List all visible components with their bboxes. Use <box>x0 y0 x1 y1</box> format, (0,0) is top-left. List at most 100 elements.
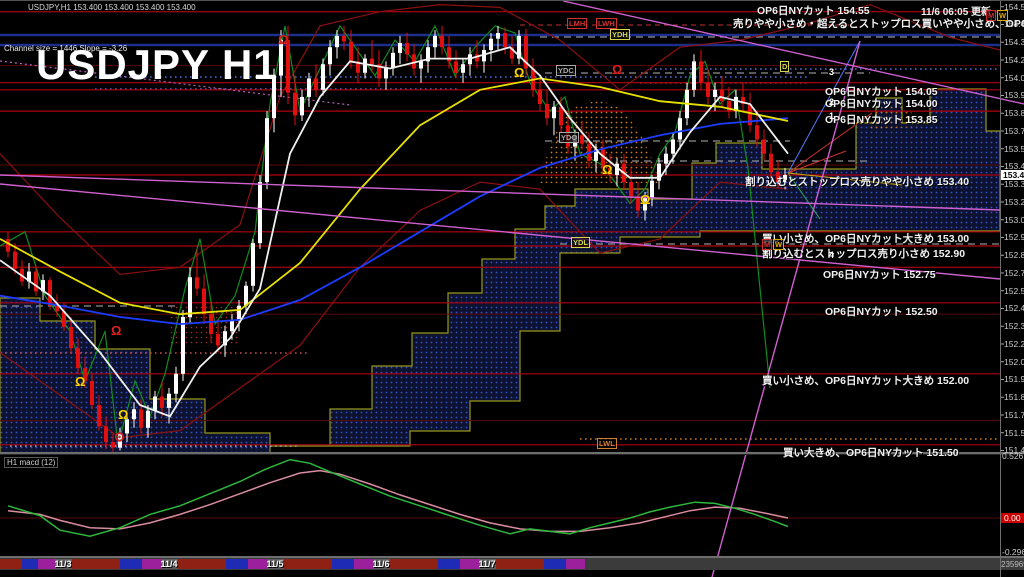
candle-body <box>720 90 724 101</box>
macd-signal-line <box>8 471 788 532</box>
session-color-segment <box>226 559 248 569</box>
candle-body <box>174 374 178 394</box>
candle-body <box>146 411 150 428</box>
scale-footer-value: 235969 <box>1001 560 1024 569</box>
candle-body <box>314 78 318 89</box>
macd-main-line <box>8 460 788 537</box>
level-tag-lwl: LWL <box>597 438 617 449</box>
session-color-segment <box>438 559 460 569</box>
price-scale-tick: 153.585 <box>1004 144 1024 154</box>
session-color-segment <box>72 559 120 569</box>
price-scale-tick: 154.460 <box>1004 19 1024 29</box>
candle-body <box>328 47 332 64</box>
wave-count-number: 2 <box>829 97 834 107</box>
price-scale-tick: 152.335 <box>1004 321 1024 331</box>
price-scale-separator[interactable] <box>1000 1 1001 577</box>
price-scale-tick: 153.335 <box>1004 179 1024 189</box>
price-scale-tick: 153.460 <box>1004 161 1024 171</box>
candle-body <box>349 42 353 62</box>
date-axis-label: 11/3 <box>54 559 71 569</box>
omega-signal-icon: Ω <box>640 192 650 207</box>
candle-body <box>216 334 220 345</box>
session-color-segment <box>284 559 332 569</box>
price-scale-tick: 151.710 <box>1004 410 1024 420</box>
candle-body <box>391 53 395 69</box>
candle-body <box>713 90 717 97</box>
candle-body <box>132 409 136 419</box>
price-scale-tick: 151.835 <box>1004 392 1024 402</box>
macd-pane[interactable] <box>0 460 1000 537</box>
candle-body <box>244 286 248 306</box>
candle-body <box>489 39 493 50</box>
candle-body <box>692 61 696 89</box>
candle-body <box>188 277 192 317</box>
op-annotation-text: OP6日NYカット 152.75 <box>823 267 936 282</box>
price-scale-tick: 154.210 <box>1004 55 1024 65</box>
macd-zero-marker: 0.00 <box>1001 513 1024 523</box>
ma-yellow-line <box>0 78 788 314</box>
level-tag-ydc: YDC <box>556 65 576 76</box>
omega-signal-icon: Ω <box>278 32 288 47</box>
session-color-segment <box>38 559 55 569</box>
candle-body <box>335 36 339 47</box>
price-scale-tick: 151.960 <box>1004 374 1024 384</box>
candle-body <box>76 348 80 368</box>
level-tag-w: W <box>773 239 784 250</box>
candle-body <box>237 306 241 320</box>
date-axis-label: 11/6 <box>372 559 389 569</box>
op-annotation-text: 割り込むとストップロス売り小さめ 152.90 <box>762 246 965 261</box>
level-tag-ydl: YDL <box>571 237 590 248</box>
date-axis-label: 11/4 <box>160 559 177 569</box>
candle-body <box>300 97 304 115</box>
wave-count-number: 3 <box>829 67 834 77</box>
macd-scale-bottom: -0.296 <box>1002 547 1024 557</box>
wave-count-number: 1 <box>829 111 834 121</box>
level-tag-ydo: YDO <box>559 132 579 143</box>
candle-body <box>405 43 409 54</box>
omega-signal-icon: Ω <box>514 65 524 80</box>
price-scale-tick: 152.210 <box>1004 339 1024 349</box>
candle-body <box>265 118 269 182</box>
op-annotation-text: OP6日NYカット 153.85 <box>825 112 938 127</box>
session-color-segment <box>544 559 566 569</box>
price-scale-tick: 154.085 <box>1004 73 1024 83</box>
candle-body <box>153 397 157 411</box>
op-annotation-text: OP6日NYカット 154.00 <box>825 96 938 111</box>
session-color-segment <box>120 559 142 569</box>
candle-body <box>678 118 682 139</box>
session-color-segment <box>178 559 226 569</box>
candle-body <box>559 107 563 125</box>
candle-body <box>398 43 402 53</box>
session-color-segment <box>332 559 354 569</box>
price-scale-tick: 153.210 <box>1004 197 1024 207</box>
candle-body <box>97 405 101 426</box>
candle-body <box>538 90 542 104</box>
op-annotation-text: OP6日NYカット 152.50 <box>825 304 938 319</box>
candle-body <box>6 239 10 252</box>
candle-body <box>552 107 556 118</box>
candle-body <box>454 61 458 72</box>
session-color-segment <box>460 559 479 569</box>
candle-body <box>251 243 255 286</box>
candle-body <box>762 140 766 154</box>
candle-body <box>209 314 213 334</box>
op-annotation-text: 買い大きめ、OP6日NYカット 151.50 <box>783 445 959 460</box>
candle-body <box>419 61 423 68</box>
price-scale-tick: 151.585 <box>1004 428 1024 438</box>
candle-body <box>664 154 668 164</box>
candle-body <box>13 252 17 269</box>
candle-body <box>706 83 710 97</box>
candle-body <box>440 36 444 47</box>
candle-body <box>342 36 346 42</box>
candle-body <box>69 327 73 348</box>
op-annotation-text: 売りやや小さめ・超えるとストップロス買いやや小さめ、OP6日NYカッ <box>733 16 1024 31</box>
candle-body <box>503 33 507 47</box>
candle-body <box>496 33 500 39</box>
price-scale-tick: 152.585 <box>1004 286 1024 296</box>
session-color-segment <box>248 559 267 569</box>
op-annotation-text: 買い小さめ、OP6日NYカット大きめ 153.00 <box>762 231 969 246</box>
session-color-segment <box>22 559 38 569</box>
op-annotation-text: 割り込むとストップロス売りやや小さめ 153.40 <box>745 174 969 189</box>
level-tag-lmh: LMH <box>567 18 587 29</box>
candle-body <box>202 289 206 315</box>
